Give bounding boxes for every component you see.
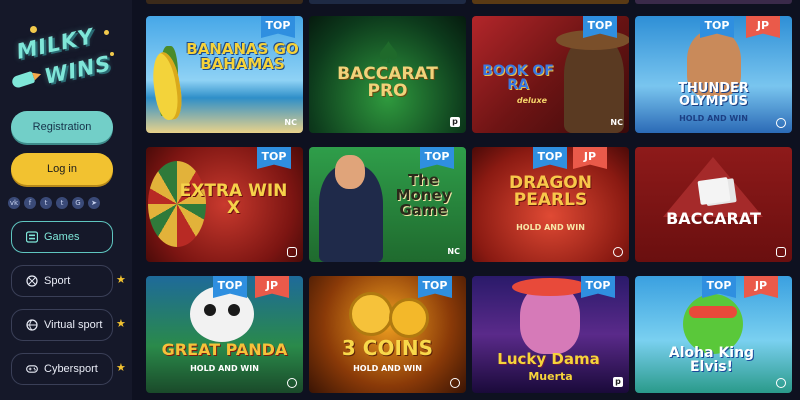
provider-logo: NC	[610, 118, 623, 127]
favorite-star-icon[interactable]: ★	[116, 361, 126, 374]
game-title: BANANAS GO BAHAMAS	[186, 40, 299, 73]
milky-wins-logo[interactable]: MILKY WINS	[10, 22, 120, 96]
sunglasses-decoration	[689, 306, 737, 318]
game-tile-baccarat[interactable]: BACCARAT	[635, 147, 792, 262]
previous-row-edge	[146, 0, 303, 4]
game-tile-aloha-king-elvis[interactable]: Aloha King Elvis! TOP JP	[635, 276, 792, 393]
game-subtitle: HOLD AND WIN	[516, 223, 585, 232]
favorite-star-icon[interactable]: ★	[116, 273, 126, 286]
provider-logo: p	[450, 117, 460, 127]
nav-label-sport: Sport	[44, 275, 71, 287]
social-links: vk f t t G ➤	[8, 197, 100, 209]
previous-row-edge	[635, 0, 792, 4]
nav-item-games[interactable]: Games	[11, 221, 113, 253]
businessman-face	[335, 155, 365, 189]
provider-logo: NC	[447, 247, 460, 256]
banana-character	[149, 50, 185, 122]
provider-logo	[613, 247, 623, 257]
game-title: Aloha King Elvis!	[668, 345, 755, 375]
game-title: THUNDER OLYMPUS	[678, 81, 749, 109]
panda-eye	[204, 304, 216, 316]
registration-button[interactable]: Registration	[11, 111, 113, 143]
game-tile-lucky-dama-muerta[interactable]: Lucky Dama Muerta TOP p	[472, 276, 629, 393]
game-tile-great-panda[interactable]: GREAT PANDA HOLD AND WIN TOP JP	[146, 276, 303, 393]
provider-logo	[776, 247, 786, 257]
top-badge: TOP	[257, 147, 291, 169]
jackpot-badge: JP	[573, 147, 607, 169]
games-icon	[26, 231, 38, 243]
game-subtitle: HOLD AND WIN	[190, 364, 259, 373]
coin-decoration	[104, 30, 109, 35]
game-tile-dragon-pearls[interactable]: DRAGON PEARLS HOLD AND WIN TOP JP	[472, 147, 629, 262]
provider-logo: NC	[284, 118, 297, 127]
provider-logo	[287, 378, 297, 388]
vk-icon[interactable]: vk	[8, 197, 20, 209]
nav-label-games: Games	[44, 231, 80, 243]
telegram-icon[interactable]: t	[56, 197, 68, 209]
sidebar: MILKY WINS Registration Log in vk f t t …	[0, 0, 132, 400]
coin-decoration	[30, 26, 37, 33]
game-title: DRAGON PEARLS	[509, 173, 592, 210]
top-badge: TOP	[581, 276, 615, 298]
game-tile-baccarat-pro[interactable]: ♠ BACCARAT PRO p	[309, 16, 466, 133]
nav-item-sport[interactable]: Sport	[11, 265, 113, 297]
game-tile-thunder-olympus[interactable]: THUNDER OLYMPUS HOLD AND WIN TOP JP	[635, 16, 792, 133]
game-subtitle: deluxe	[516, 96, 548, 105]
coin-decoration	[110, 52, 114, 56]
nav-label-virtual-sport: Virtual sport	[44, 319, 103, 331]
rocket-icon	[10, 70, 36, 90]
game-tile-bananas-go-bahamas[interactable]: BANANAS GO BAHAMAS TOP NC	[146, 16, 303, 133]
logo-text-line2: WINS	[42, 51, 114, 89]
google-icon[interactable]: G	[72, 197, 84, 209]
game-subtitle: HOLD AND WIN	[679, 114, 748, 123]
virtual-sport-icon	[26, 319, 38, 331]
panda-eye	[228, 304, 240, 316]
game-title: EXTRA WIN X	[179, 181, 288, 218]
game-tile-extra-win-x[interactable]: EXTRA WIN X TOP	[146, 147, 303, 262]
nav-label-cybersport: Cybersport	[44, 363, 98, 375]
provider-logo	[450, 378, 460, 388]
jackpot-badge: JP	[744, 276, 778, 298]
telegram-bot-icon[interactable]: ➤	[88, 197, 100, 209]
game-subtitle: Muerta	[528, 370, 573, 383]
previous-row-edge	[309, 0, 466, 4]
game-title: BOOK OF RA	[482, 63, 554, 93]
facebook-icon[interactable]: f	[24, 197, 36, 209]
game-title: BACCARAT PRO	[337, 64, 438, 101]
coin-decoration	[389, 298, 429, 338]
game-title: 3 COINS	[341, 336, 434, 360]
provider-logo	[287, 247, 297, 257]
game-title: Lucky Dama	[497, 350, 600, 368]
flower-decoration	[512, 278, 588, 296]
provider-logo	[776, 118, 786, 128]
cards-decoration	[697, 177, 731, 205]
game-title: BACCARAT	[666, 209, 761, 228]
top-badge: TOP	[418, 276, 452, 298]
nav-item-virtual-sport[interactable]: Virtual sport	[11, 309, 113, 341]
game-tile-3-coins[interactable]: 3 COINS HOLD AND WIN TOP	[309, 276, 466, 393]
previous-row-edge	[472, 0, 629, 4]
gamepad-icon	[26, 363, 38, 375]
login-button[interactable]: Log in	[11, 153, 113, 185]
top-badge: TOP	[533, 147, 567, 169]
game-subtitle: HOLD AND WIN	[353, 364, 422, 373]
game-title: GREAT PANDA	[161, 340, 288, 359]
top-badge: TOP	[261, 16, 295, 38]
sport-icon	[26, 275, 38, 287]
twitter-icon[interactable]: t	[40, 197, 52, 209]
provider-logo: p	[613, 377, 623, 387]
jackpot-badge: JP	[255, 276, 289, 298]
provider-logo	[776, 378, 786, 388]
game-tile-book-of-ra[interactable]: BOOK OF RA deluxe TOP NC	[472, 16, 629, 133]
game-title: The Money Game	[395, 171, 452, 219]
top-badge: TOP	[420, 147, 454, 169]
nav-item-cybersport[interactable]: Cybersport	[11, 353, 113, 385]
favorite-star-icon[interactable]: ★	[116, 317, 126, 330]
jackpot-badge: JP	[746, 16, 780, 38]
game-tile-the-money-game[interactable]: The Money Game TOP NC	[309, 147, 466, 262]
coin-decoration	[349, 292, 393, 336]
